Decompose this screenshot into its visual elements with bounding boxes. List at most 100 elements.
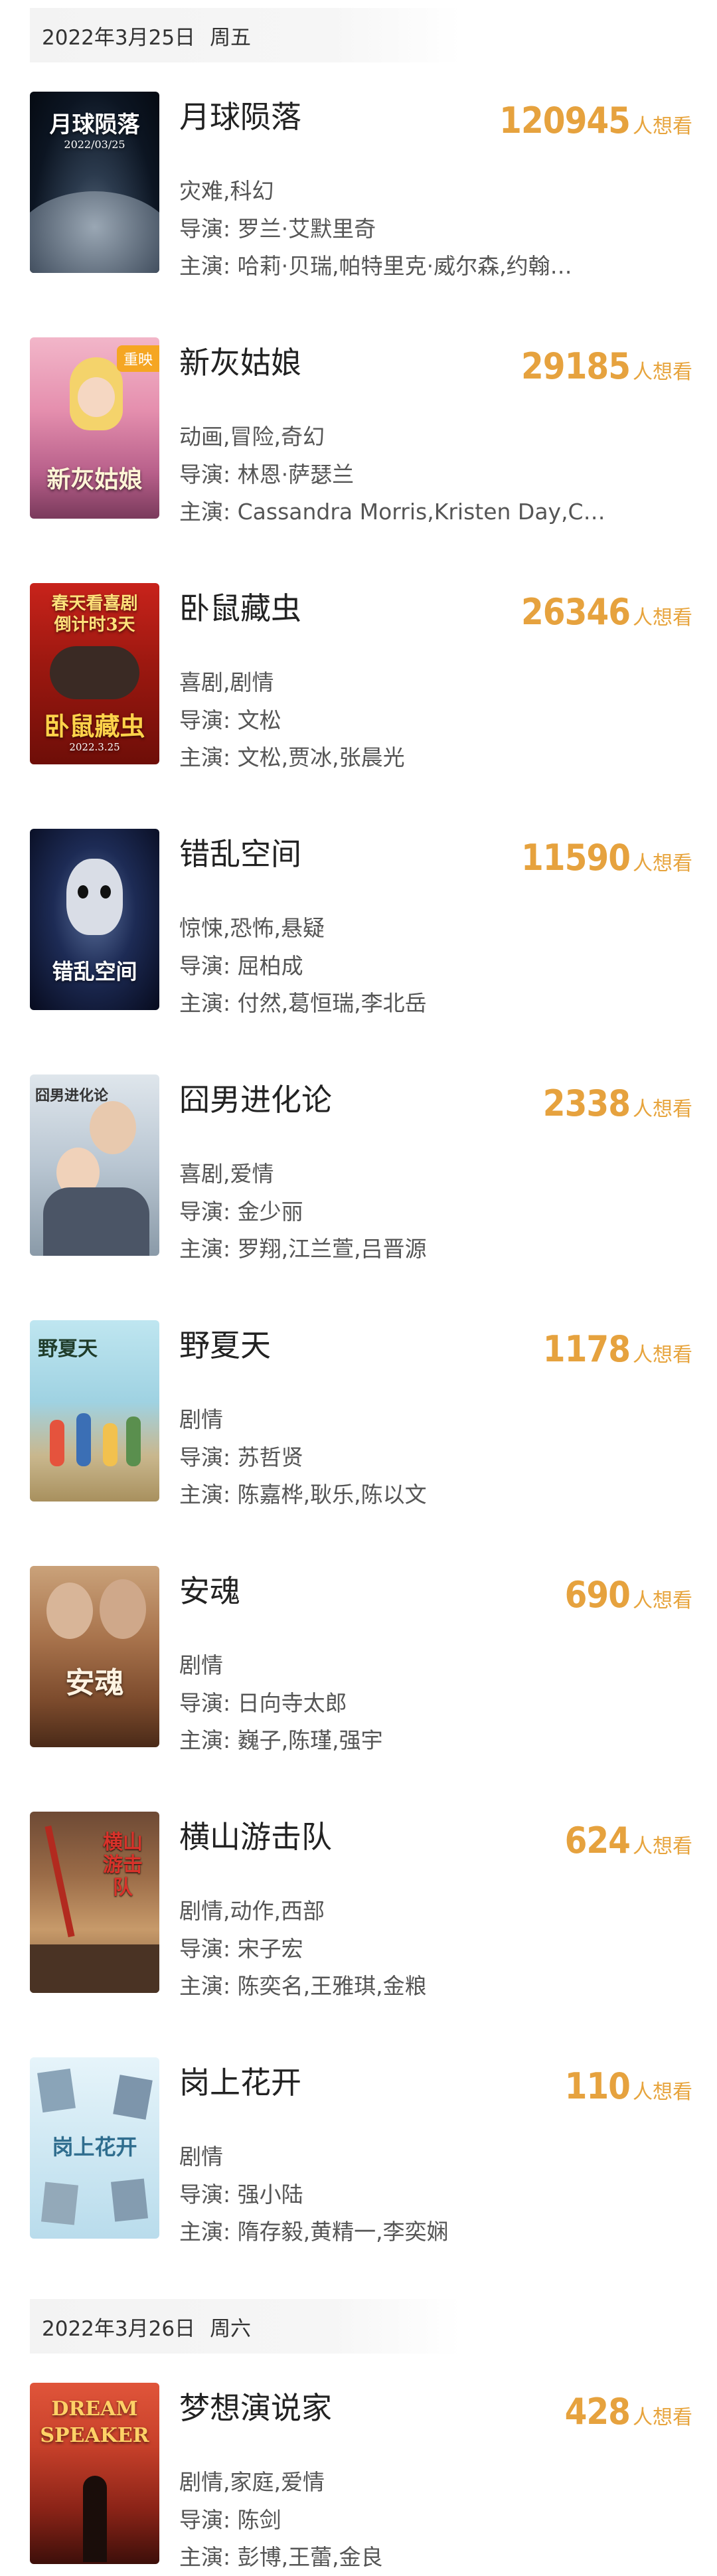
poster-title: 新灰姑娘 xyxy=(46,466,143,493)
movie-director: 导演: 日向寺太郎 xyxy=(179,1690,347,1716)
want-count: 120945 xyxy=(499,100,631,141)
movie-cast: 主演: 文松,贾冰,张晨光 xyxy=(179,744,405,770)
movie-item[interactable]: DREAM SPEAKER 梦想演说家 428 人想看 剧情,家庭,爱情 导演: … xyxy=(30,2383,694,2570)
want-count: 428 xyxy=(564,2391,631,2433)
movie-cast: 主演: 彭博,王蕾,金良 xyxy=(179,2544,383,2570)
movie-poster[interactable]: 安魂 xyxy=(30,1566,159,1747)
movie-poster[interactable]: 春天看喜剧 倒计时3天 卧鼠藏虫 2022.3.25 xyxy=(30,583,159,764)
want-count: 110 xyxy=(564,2065,631,2107)
movie-item[interactable]: 错乱空间 错乱空间 11590 人想看 惊悚,恐怖,悬疑 导演: 屈柏成 主演: … xyxy=(30,829,694,1016)
movie-cast: 主演: 隋存毅,黄精一,李奕娴 xyxy=(179,2219,449,2245)
movie-director: 导演: 陈剑 xyxy=(179,2507,281,2533)
date-label: 2022年3月26日 xyxy=(42,2316,196,2341)
movie-director: 导演: 罗兰·艾默里奇 xyxy=(179,216,376,242)
poster-title: 卧鼠藏虫 xyxy=(44,711,145,741)
want-to-see: 26346 人想看 xyxy=(521,591,692,633)
want-unit: 人想看 xyxy=(633,1835,692,1858)
movie-director: 导演: 金少丽 xyxy=(179,1199,303,1225)
poster-title: DREAM SPEAKER xyxy=(40,2397,149,2447)
poster-date: 2022.3.25 xyxy=(69,741,120,753)
movie-title[interactable]: 新灰姑娘 xyxy=(179,339,301,383)
movie-poster[interactable]: 囧男进化论 xyxy=(30,1074,159,1256)
weekday-label: 周六 xyxy=(210,2316,252,2341)
want-unit: 人想看 xyxy=(633,606,692,630)
want-unit: 人想看 xyxy=(633,2406,692,2429)
movie-title[interactable]: 错乱空间 xyxy=(179,830,301,874)
want-count: 29185 xyxy=(520,345,631,387)
movie-item[interactable]: 囧男进化论 囧男进化论 2338 人想看 喜剧,爱情 导演: 金少丽 主演: 罗翔… xyxy=(30,1074,694,1262)
movie-title[interactable]: 岗上花开 xyxy=(179,2059,301,2103)
movie-title[interactable]: 野夏天 xyxy=(179,1322,271,1365)
want-unit: 人想看 xyxy=(633,1589,692,1612)
movie-director: 导演: 强小陆 xyxy=(179,2182,303,2207)
want-to-see: 11590 人想看 xyxy=(521,837,692,879)
release-calendar-page: 2022年3月25日 周五 月球陨落 2022/03/25 月球陨落 12094… xyxy=(0,0,717,2576)
want-unit: 人想看 xyxy=(633,2081,692,2104)
movie-poster[interactable]: 横山游击队 xyxy=(30,1812,159,1993)
movie-poster[interactable]: 月球陨落 2022/03/25 xyxy=(30,92,159,273)
movie-item[interactable]: 安魂 安魂 690 人想看 剧情 导演: 日向寺太郎 主演: 巍子,陈瑾,强宇 xyxy=(30,1566,694,1753)
poster-countdown: 倒计时3天 xyxy=(54,615,135,635)
want-unit: 人想看 xyxy=(633,1343,692,1367)
movie-genre: 剧情,动作,西部 xyxy=(179,1898,325,1924)
want-count: 11590 xyxy=(520,837,631,879)
movie-item[interactable]: 岗上花开 岗上花开 110 人想看 剧情 导演: 强小陆 主演: 隋存毅,黄精一,… xyxy=(30,2057,694,2245)
poster-title: 横山游击队 xyxy=(103,1831,143,1899)
movie-cast: 主演: Cassandra Morris,Kristen Day,C… xyxy=(179,499,605,525)
poster-title: 囧男进化论 xyxy=(35,1087,109,1104)
movie-director: 导演: 屈柏成 xyxy=(179,953,303,979)
movie-cast: 主演: 陈奕名,王雅琪,金粮 xyxy=(179,1973,427,1999)
movie-title[interactable]: 卧鼠藏虫 xyxy=(179,584,301,628)
movie-genre: 灾难,科幻 xyxy=(179,178,274,204)
movie-item[interactable]: 春天看喜剧 倒计时3天 卧鼠藏虫 2022.3.25 卧鼠藏虫 26346 人想看… xyxy=(30,583,694,770)
movie-genre: 剧情 xyxy=(179,1407,223,1432)
want-unit: 人想看 xyxy=(633,115,692,138)
movie-genre: 动画,冒险,奇幻 xyxy=(179,424,325,450)
movie-poster[interactable]: 错乱空间 xyxy=(30,829,159,1010)
movie-poster[interactable]: 重映 新灰姑娘 xyxy=(30,337,159,519)
movie-cast: 主演: 罗翔,江兰萱,吕晋源 xyxy=(179,1236,427,1262)
date-header: 2022年3月26日 周六 xyxy=(30,2299,461,2354)
want-to-see: 1178 人想看 xyxy=(543,1328,692,1370)
movie-cast: 主演: 付然,葛恒瑞,李北岳 xyxy=(179,990,427,1016)
movie-title[interactable]: 安魂 xyxy=(179,1567,240,1611)
movie-director: 导演: 文松 xyxy=(179,707,281,733)
movie-genre: 喜剧,爱情 xyxy=(179,1161,274,1187)
movie-item[interactable]: 月球陨落 2022/03/25 月球陨落 120945 人想看 灾难,科幻 导演:… xyxy=(30,92,694,279)
want-count: 624 xyxy=(564,1820,631,1861)
want-count: 1178 xyxy=(542,1328,631,1370)
want-to-see: 29185 人想看 xyxy=(521,345,692,387)
want-count: 690 xyxy=(564,1574,631,1616)
want-unit: 人想看 xyxy=(633,361,692,384)
movie-poster[interactable]: 岗上花开 xyxy=(30,2057,159,2239)
movie-item[interactable]: 野夏天 野夏天 1178 人想看 剧情 导演: 苏哲贤 主演: 陈嘉桦,耿乐,陈以… xyxy=(30,1320,694,1507)
movie-cast: 主演: 哈莉·贝瑞,帕特里克·威尔森,约翰… xyxy=(179,253,572,279)
want-to-see: 120945 人想看 xyxy=(499,100,692,141)
movie-poster[interactable]: DREAM SPEAKER xyxy=(30,2383,159,2564)
movie-director: 导演: 宋子宏 xyxy=(179,1936,303,1962)
poster-title: 岗上花开 xyxy=(52,2134,137,2160)
movie-item[interactable]: 重映 新灰姑娘 新灰姑娘 29185 人想看 动画,冒险,奇幻 导演: 林恩·萨瑟… xyxy=(30,337,694,525)
poster-title: 月球陨落 xyxy=(49,112,140,138)
want-to-see: 690 人想看 xyxy=(565,1574,692,1616)
date-header: 2022年3月25日 周五 xyxy=(30,8,461,62)
rerelease-badge: 重映 xyxy=(116,345,159,372)
weekday-label: 周五 xyxy=(210,25,252,50)
movie-title[interactable]: 横山游击队 xyxy=(179,1813,332,1857)
movie-genre: 惊悚,恐怖,悬疑 xyxy=(179,915,325,941)
want-count: 2338 xyxy=(542,1082,631,1124)
want-count: 26346 xyxy=(520,591,631,633)
movie-title[interactable]: 梦想演说家 xyxy=(179,2384,332,2428)
movie-genre: 喜剧,剧情 xyxy=(179,669,274,695)
movie-director: 导演: 苏哲贤 xyxy=(179,1444,303,1470)
movie-genre: 剧情 xyxy=(179,2144,223,2170)
want-to-see: 110 人想看 xyxy=(565,2065,692,2107)
poster-title: 野夏天 xyxy=(38,1337,98,1361)
want-to-see: 428 人想看 xyxy=(565,2391,692,2433)
want-unit: 人想看 xyxy=(633,1098,692,1121)
poster-date: 2022/03/25 xyxy=(64,138,125,151)
movie-poster[interactable]: 野夏天 xyxy=(30,1320,159,1502)
movie-item[interactable]: 横山游击队 横山游击队 624 人想看 剧情,动作,西部 导演: 宋子宏 主演: … xyxy=(30,1812,694,1999)
movie-title[interactable]: 囧男进化论 xyxy=(179,1076,332,1120)
movie-title[interactable]: 月球陨落 xyxy=(179,93,301,137)
